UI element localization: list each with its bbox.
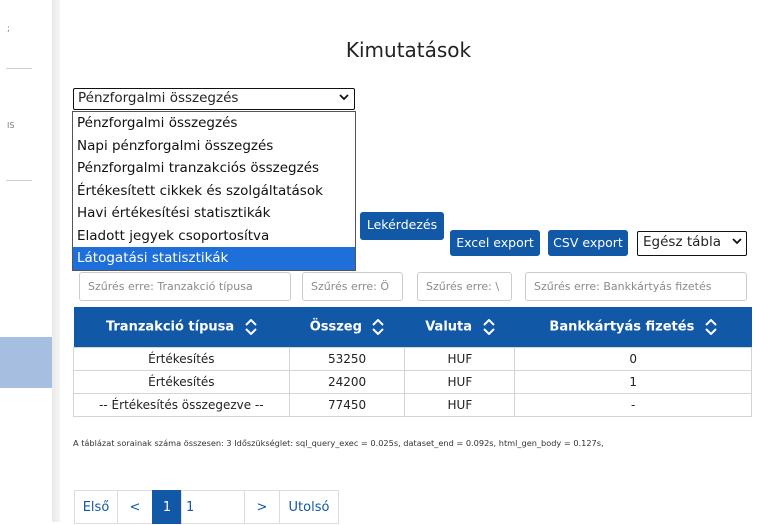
pagination-prev-button[interactable]: < xyxy=(117,490,153,524)
dropdown-option[interactable]: Napi pénzforgalmi összegzés xyxy=(73,135,355,158)
excel-export-button[interactable]: Excel export xyxy=(450,230,540,256)
main-panel: Kimutatások Pénzforgalmi összegzés Pénzf… xyxy=(60,0,757,524)
report-select[interactable]: Pénzforgalmi összegzés xyxy=(73,88,355,110)
column-header[interactable]: Tranzakció típusa xyxy=(73,307,290,348)
query-button[interactable]: Lekérdezés xyxy=(360,212,444,240)
chevron-down-icon xyxy=(732,235,742,248)
table-cell: 0 xyxy=(514,347,752,371)
sidebar-item-active[interactable] xyxy=(0,337,52,388)
column-header[interactable]: Bankkártyás fizetés xyxy=(514,307,752,348)
sort-icon[interactable] xyxy=(482,319,495,335)
pagination-last-button[interactable]: Utolsó xyxy=(279,490,339,524)
column-header-label: Bankkártyás fizetés xyxy=(549,319,695,335)
sort-icon[interactable] xyxy=(372,319,385,335)
filter-transaction-type[interactable]: Szűrés erre: Tranzakció típusa xyxy=(79,272,291,301)
column-header[interactable]: Valuta xyxy=(404,307,515,348)
rows-per-page-select[interactable]: Egész tábla xyxy=(637,231,747,256)
sidebar-glyph-top: ; xyxy=(7,24,11,34)
table-cell: Értékesítés xyxy=(73,347,290,371)
filter-amount[interactable]: Szűrés erre: Ö xyxy=(302,272,403,301)
table-cell: 77450 xyxy=(288,393,406,417)
table-cell: 1 xyxy=(514,370,752,394)
sidebar-shadow xyxy=(52,0,60,522)
dropdown-option[interactable]: Pénzforgalmi összegzés xyxy=(73,112,355,135)
filter-card-payment[interactable]: Szűrés erre: Bankkártyás fizetés xyxy=(525,272,747,301)
table-row-summary: -- Értékesítés összegezve -- 77450 HUF - xyxy=(73,393,752,417)
table-cell: HUF xyxy=(404,347,516,371)
filter-currency[interactable]: Szűrés erre: \ xyxy=(417,272,512,301)
sort-icon[interactable] xyxy=(705,319,717,335)
pagination-current-page[interactable]: 1 xyxy=(152,490,182,524)
table-cell: 24200 xyxy=(288,370,406,394)
sidebar-divider xyxy=(6,68,32,69)
column-header-label: Tranzakció típusa xyxy=(105,319,235,335)
pagination-first-button[interactable]: Első xyxy=(74,490,118,524)
pagination: Első < 1 1 > Utolsó xyxy=(74,490,339,524)
pagination-next-button[interactable]: > xyxy=(244,490,280,524)
table-cell: HUF xyxy=(404,370,516,394)
report-select-value: Pénzforgalmi összegzés xyxy=(78,90,239,106)
sidebar-glyph-mid: IS xyxy=(7,121,15,130)
table-row: Értékesítés 53250 HUF 0 xyxy=(73,347,752,371)
dropdown-option[interactable]: Havi értékesítési statisztikák xyxy=(73,202,355,225)
sort-icon[interactable] xyxy=(245,319,257,335)
table-cell: -- Értékesítés összegezve -- xyxy=(73,393,290,417)
sidebar: ; IS xyxy=(0,0,52,522)
csv-export-button[interactable]: CSV export xyxy=(548,230,628,256)
column-header-label: Összeg xyxy=(309,319,362,335)
page-number-input[interactable]: 1 xyxy=(181,490,245,524)
table-cell: - xyxy=(514,393,752,417)
column-header-label: Valuta xyxy=(425,319,473,335)
table-cell: HUF xyxy=(404,393,516,417)
page-title: Kimutatások xyxy=(345,38,472,62)
results-table: Tranzakció típusa Összeg Valuta Bankkárt… xyxy=(73,307,752,417)
dropdown-option[interactable]: Eladott jegyek csoportosítva xyxy=(73,225,355,248)
dropdown-option[interactable]: Pénzforgalmi tranzakciós összegzés xyxy=(73,157,355,180)
dropdown-option[interactable]: Értékesített cikkek és szolgáltatások xyxy=(73,180,355,203)
chevron-down-icon xyxy=(339,91,349,104)
report-dropdown-list: Pénzforgalmi összegzés Napi pénzforgalmi… xyxy=(72,111,356,271)
table-cell: Értékesítés xyxy=(73,370,290,394)
sidebar-divider xyxy=(6,180,32,181)
table-cell: 53250 xyxy=(288,347,406,371)
dropdown-option-highlighted[interactable]: Látogatási statisztikák xyxy=(73,247,355,270)
column-header[interactable]: Összeg xyxy=(289,307,405,348)
table-stats-text: A táblázat sorainak száma összesen: 3 Id… xyxy=(73,438,604,448)
table-header-row: Tranzakció típusa Összeg Valuta Bankkárt… xyxy=(73,307,752,348)
table-row: Értékesítés 24200 HUF 1 xyxy=(73,370,752,394)
rows-per-page-value: Egész tábla xyxy=(643,234,721,250)
